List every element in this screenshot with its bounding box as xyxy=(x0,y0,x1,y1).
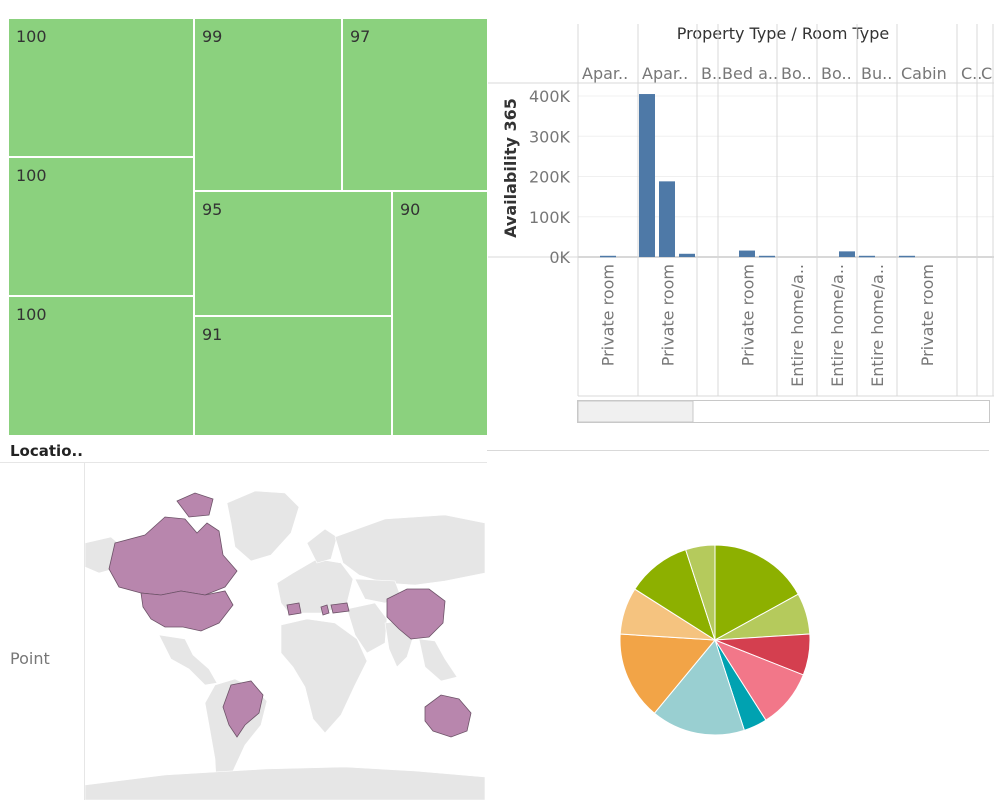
map-region-canada-arctic[interactable] xyxy=(176,492,214,518)
y-tick-label: 400K xyxy=(529,87,571,106)
map-region-antarctica[interactable] xyxy=(85,766,485,800)
treemap-tile[interactable]: 100 xyxy=(8,157,194,296)
treemap-tile[interactable]: 97 xyxy=(342,18,488,191)
treemap-tile-label: 100 xyxy=(16,27,47,46)
room-type-label: Private room xyxy=(599,264,618,366)
bar[interactable] xyxy=(679,253,695,257)
treemap-tile-label: 100 xyxy=(16,166,47,185)
property-type-header: Cabin xyxy=(901,64,947,83)
treemap-tile[interactable]: 100 xyxy=(8,296,194,436)
bar-chart-svg: Property Type / Room Type0K100K200K300K4… xyxy=(488,24,994,423)
room-type-label: Entire home/a.. xyxy=(788,264,807,387)
treemap-tile-label: 99 xyxy=(202,27,223,46)
treemap-chart: 100 100 100 99 97 95 91 90 xyxy=(8,18,488,436)
y-tick-label: 200K xyxy=(529,168,571,187)
map-region-greenland[interactable] xyxy=(226,490,300,562)
treemap-tile[interactable]: 95 xyxy=(194,191,392,316)
bar[interactable] xyxy=(899,255,915,258)
panel-divider xyxy=(487,450,989,451)
y-tick-label: 0K xyxy=(549,248,570,267)
y-tick-label: 300K xyxy=(529,127,571,146)
pie-chart xyxy=(600,530,830,750)
world-map[interactable] xyxy=(85,463,485,800)
map-region-canada[interactable] xyxy=(108,516,238,596)
room-type-label: Private room xyxy=(659,264,678,366)
treemap-tile[interactable]: 91 xyxy=(194,316,392,436)
y-axis-label: Availability 365 xyxy=(501,98,520,238)
treemap-tile[interactable]: 99 xyxy=(194,18,342,191)
pie-chart-svg xyxy=(619,544,811,736)
bar[interactable] xyxy=(839,251,855,257)
map-region-turkey[interactable] xyxy=(330,602,350,614)
bar-chart: Property Type / Room Type 0K 100K 200K 300K 4… xyxy=(488,18,994,428)
bar[interactable] xyxy=(739,250,755,257)
room-type-label: Entire home/a.. xyxy=(828,264,847,387)
y-tick-label: 100K xyxy=(529,208,571,227)
map-region-australia[interactable] xyxy=(424,694,472,738)
bar[interactable] xyxy=(859,255,875,258)
treemap-tile[interactable]: 90 xyxy=(392,191,488,436)
treemap-tile[interactable]: 100 xyxy=(8,18,194,157)
property-type-header: Apar.. xyxy=(642,64,688,83)
bar[interactable] xyxy=(759,255,775,258)
property-type-header: C xyxy=(981,64,992,83)
map-region-russia[interactable] xyxy=(334,514,485,586)
scrollbar-thumb[interactable] xyxy=(577,400,694,423)
treemap-tile-label: 97 xyxy=(350,27,371,46)
map-region-mexico-central-america[interactable] xyxy=(158,634,218,686)
property-type-header: Bo.. xyxy=(821,64,852,83)
map-row-label: Point xyxy=(10,649,50,668)
bar[interactable] xyxy=(600,255,616,258)
map-region-usa[interactable] xyxy=(140,590,234,632)
property-type-header: Bo.. xyxy=(781,64,812,83)
map-region-africa[interactable] xyxy=(280,618,368,734)
property-type-header: Bed a.. xyxy=(722,64,778,83)
map-region-spain[interactable] xyxy=(286,602,302,616)
room-type-label: Private room xyxy=(918,264,937,366)
treemap-tile-label: 95 xyxy=(202,200,223,219)
treemap-tile-label: 100 xyxy=(16,305,47,324)
map-column-header: Locatio.. xyxy=(10,442,83,460)
property-type-header: B.. xyxy=(701,64,722,83)
treemap-tile-label: 90 xyxy=(400,200,421,219)
map-region-scandinavia[interactable] xyxy=(306,528,338,564)
treemap-tile-label: 91 xyxy=(202,325,223,344)
property-type-header: Bu.. xyxy=(861,64,892,83)
property-type-header: Apar.. xyxy=(582,64,628,83)
room-type-label: Entire home/a.. xyxy=(868,264,887,387)
bar[interactable] xyxy=(639,94,655,258)
map-panel: Locatio.. Point xyxy=(0,438,487,800)
map-region-southeast-asia[interactable] xyxy=(418,638,458,682)
room-type-label: Private room xyxy=(739,264,758,366)
property-type-header: C.. xyxy=(961,64,982,83)
bar[interactable] xyxy=(659,181,675,257)
